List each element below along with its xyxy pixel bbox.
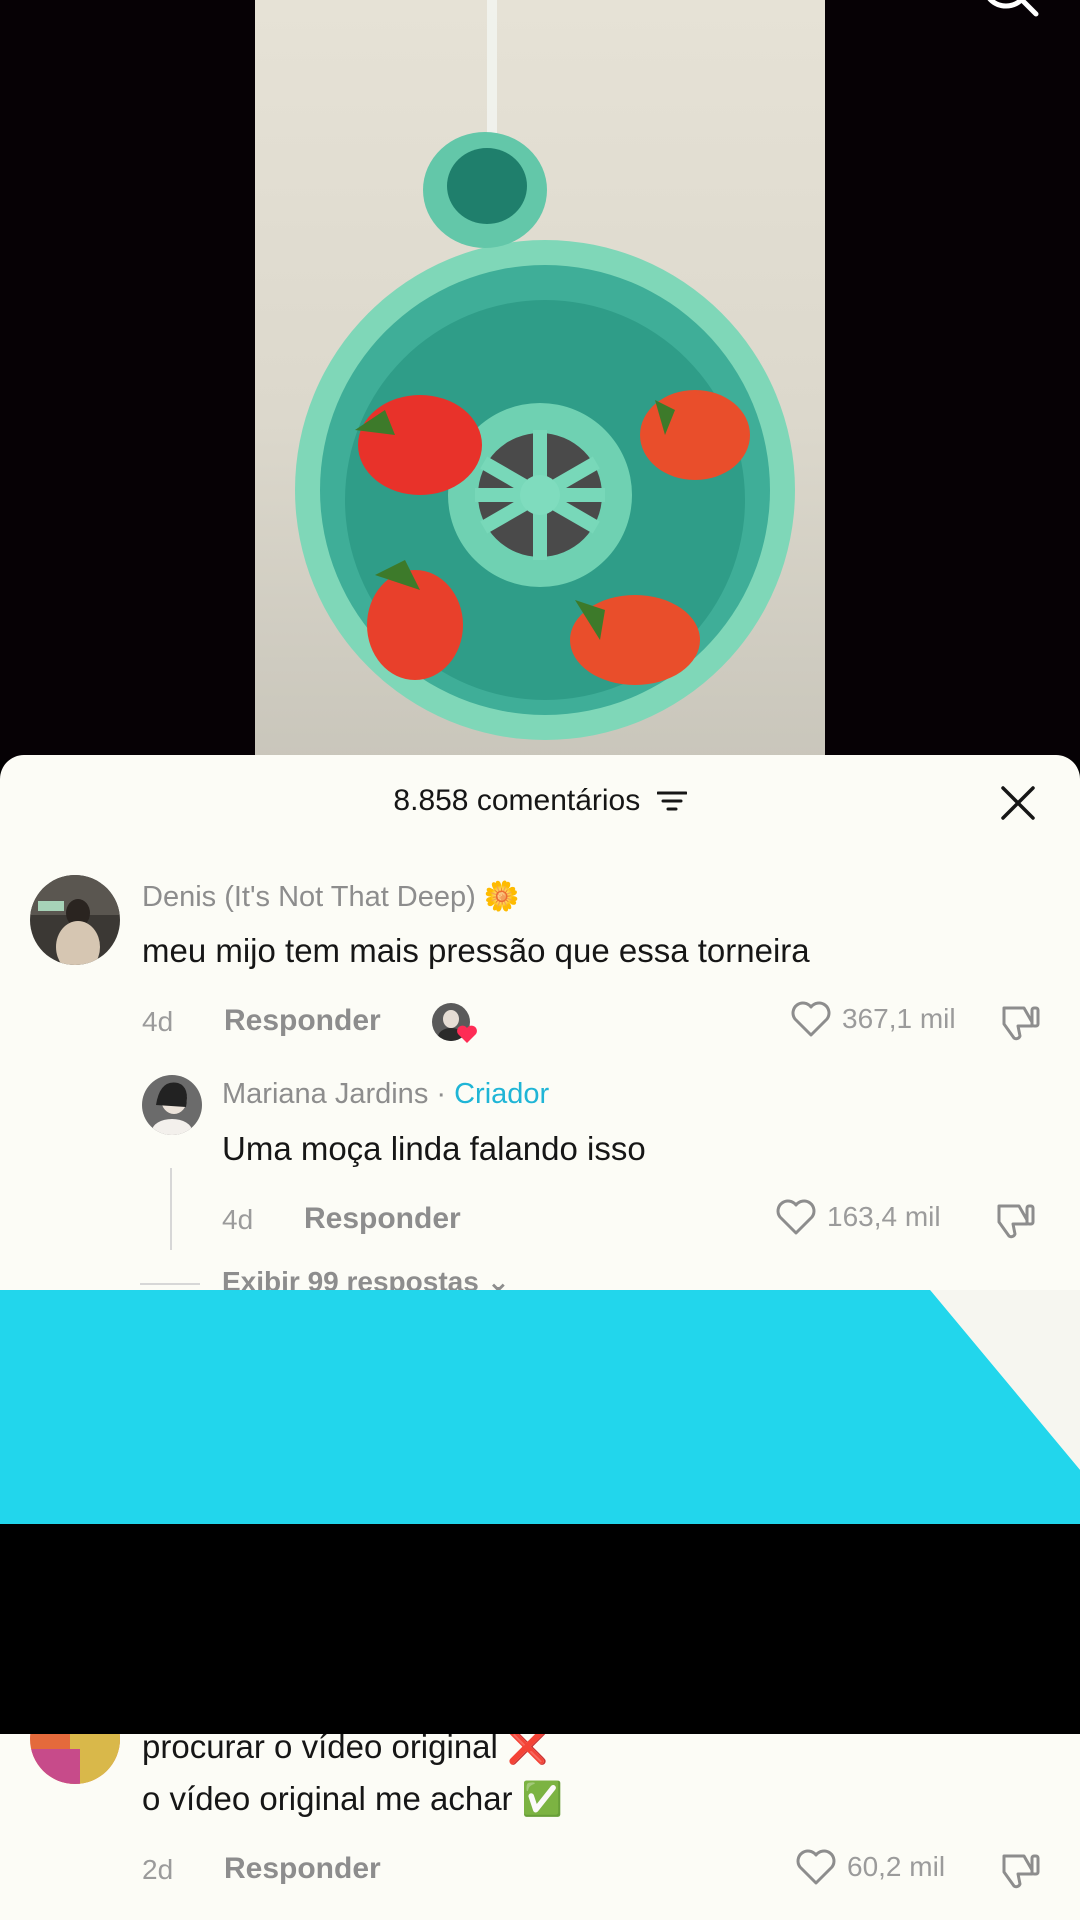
comment-username[interactable]: Denis (It's Not That Deep) 🌼 (142, 880, 520, 914)
reply-age: 4d (222, 1204, 254, 1235)
view-replies-divider (140, 1283, 200, 1285)
like-count: 163,4 mil (827, 1201, 941, 1232)
overlay-cyan (0, 1290, 1080, 1524)
dislike-icon[interactable] (998, 1848, 1042, 1892)
comment-text-line2: o vídeo original me achar ✅ (142, 1780, 563, 1817)
close-icon[interactable] (1000, 785, 1036, 821)
comment-text: meu mijo tem mais pressão que essa torne… (142, 932, 810, 969)
comments-count: 8.858 comentários (393, 784, 641, 818)
overlay-black (0, 1524, 1080, 1734)
comment-text-line1: procurar o vídeo original ❌ (142, 1734, 549, 1765)
avatar[interactable] (30, 875, 120, 965)
reply-button[interactable]: Responder (224, 1852, 381, 1886)
reply-button[interactable]: Responder (224, 1004, 381, 1038)
dislike-icon[interactable] (998, 1000, 1042, 1044)
video-player[interactable] (255, 0, 825, 760)
badge-icon: 🌼 (483, 881, 520, 913)
comment-partial: procurar o vídeo original ❌ o vídeo orig… (0, 1734, 1080, 1920)
reply-avatar[interactable] (142, 1075, 202, 1135)
heart-icon (796, 1849, 836, 1885)
heart-icon (791, 1001, 831, 1037)
reply-text: Uma moça linda falando isso (222, 1130, 646, 1167)
like-button[interactable]: 367,1 mil (790, 1000, 956, 1038)
thread-line (170, 1168, 172, 1250)
like-count: 367,1 mil (842, 1003, 956, 1034)
reply-username[interactable]: Mariana Jardins · Criador (222, 1078, 549, 1111)
like-count: 60,2 mil (847, 1851, 946, 1882)
overlay-pattern (930, 1290, 1080, 1524)
comment-age: 2d (142, 1854, 174, 1885)
avatar[interactable] (30, 1734, 120, 1784)
like-button[interactable]: 60,2 mil (795, 1848, 945, 1886)
like-button[interactable]: 163,4 mil (775, 1198, 941, 1236)
video-frame-image (295, 0, 795, 740)
heart-badge-icon (457, 1025, 477, 1043)
dislike-icon[interactable] (993, 1198, 1037, 1242)
comments-header: 8.858 comentários (0, 783, 1080, 818)
filter-icon[interactable] (656, 790, 687, 812)
reply-button[interactable]: Responder (304, 1202, 461, 1236)
creator-label: Criador (454, 1078, 550, 1110)
heart-icon (776, 1199, 816, 1235)
search-icon[interactable] (980, 0, 1040, 24)
comment-age: 4d (142, 1006, 174, 1037)
